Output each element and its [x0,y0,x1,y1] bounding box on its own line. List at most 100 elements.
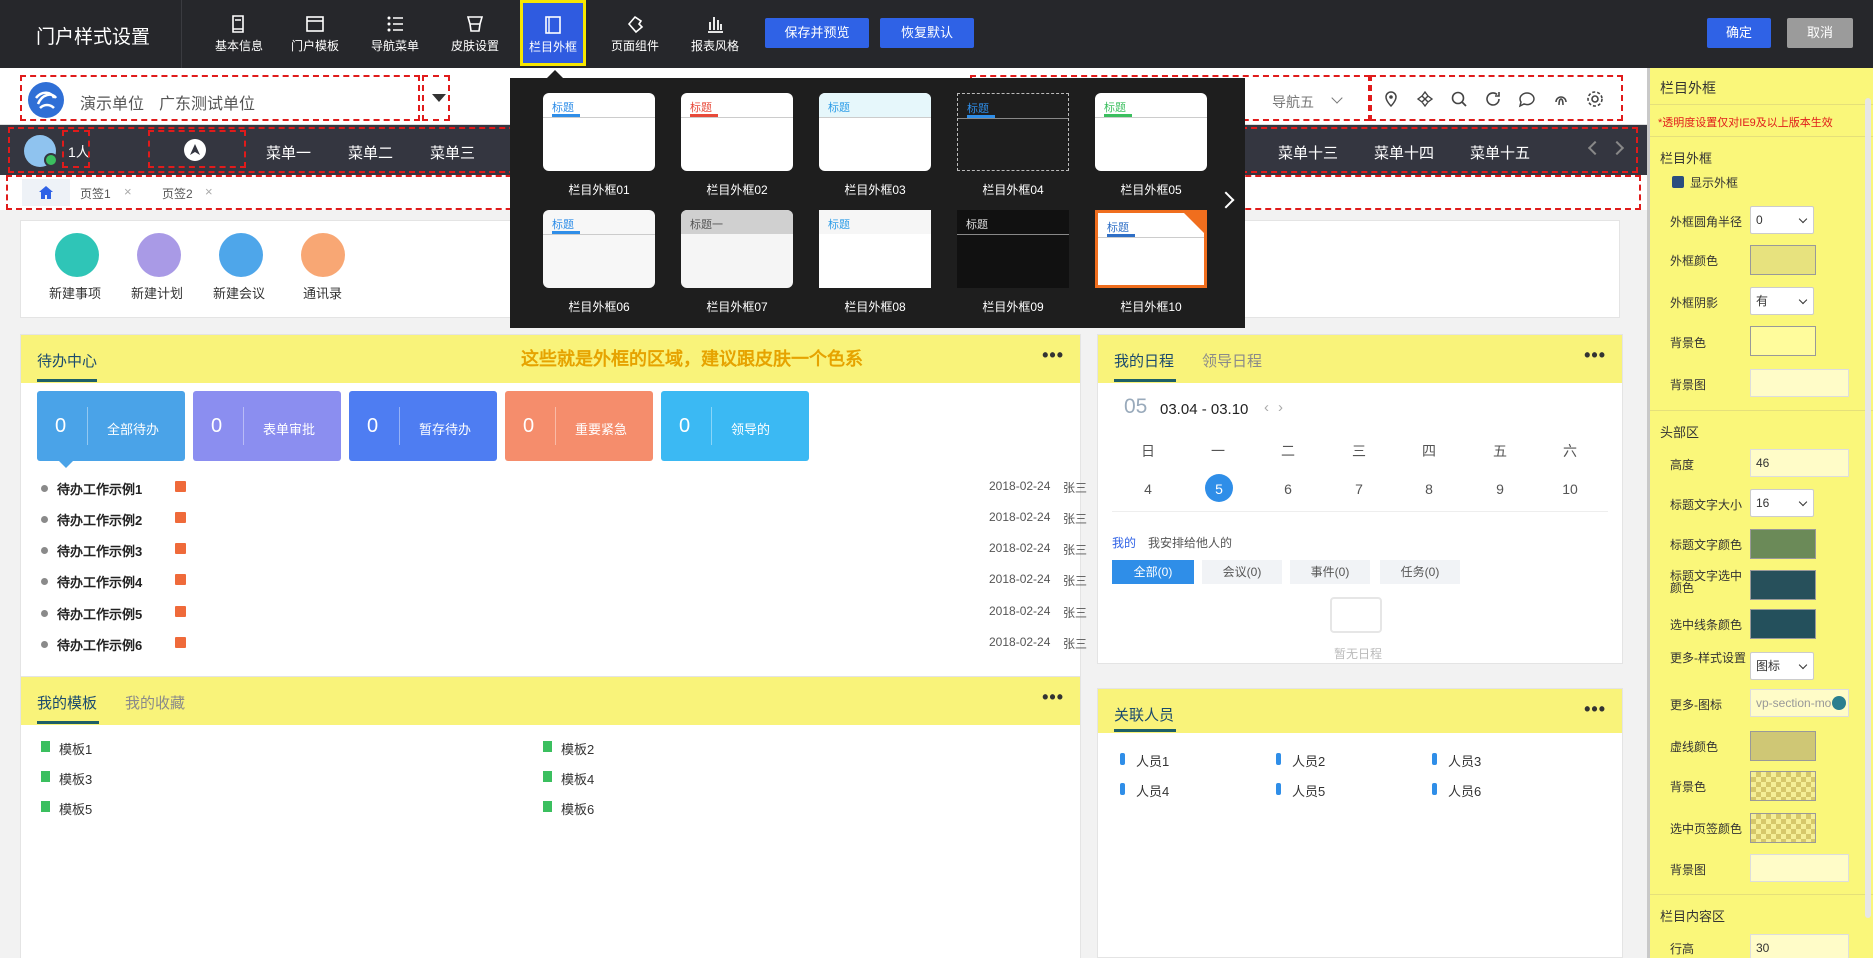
header-bg-image-input[interactable] [1750,854,1849,882]
template-item[interactable]: 模板5 [59,799,92,818]
template-item[interactable]: 模板4 [561,769,594,788]
more-icon[interactable]: ••• [1584,699,1606,720]
person-item[interactable]: 人员1 [1136,751,1169,770]
frame-caption[interactable]: 栏目外框08 [819,298,931,315]
frame-thumb-01[interactable]: 标题 [543,93,655,171]
row-height-input[interactable]: 30 [1750,934,1849,958]
frame-thumb-03[interactable]: 标题 [819,93,931,171]
tool-frame[interactable]: 栏目外框 [520,0,586,66]
scrollbar[interactable] [1865,98,1871,918]
todo-row[interactable]: 待办工作示例2 2018-02-24 张三 [41,510,1101,530]
todo-row[interactable]: 待办工作示例4 2018-02-24 张三 [41,572,1101,592]
new-plan-icon[interactable] [137,233,181,277]
frame-caption[interactable]: 栏目外框06 [543,298,655,315]
radius-select[interactable]: 0 [1750,206,1814,234]
person-item[interactable]: 人员2 [1292,751,1325,770]
tile-all[interactable]: 0 全部待办 [37,391,185,461]
cancel-button[interactable]: 取消 [1787,18,1853,48]
frame-thumb-04[interactable]: 标题 [957,93,1069,171]
tab-color-swatch[interactable] [1750,813,1816,843]
next-week-icon[interactable]: › [1278,399,1283,416]
frame-thumb-02[interactable]: 标题 [681,93,793,171]
template-item[interactable]: 模板1 [59,739,92,758]
frame-caption[interactable]: 栏目外框07 [681,298,793,315]
day[interactable]: 5 [1204,481,1234,497]
tile-draft[interactable]: 0 暂存待办 [349,391,497,461]
frame-thumb-10-selected[interactable]: 标题 [1095,210,1207,288]
shadow-select[interactable]: 有 [1750,287,1814,315]
font-size-select[interactable]: 16 [1750,489,1814,517]
filter-event[interactable]: 事件(0) [1290,560,1370,584]
person-item[interactable]: 人员4 [1136,781,1169,800]
tab-my-favorites[interactable]: 我的收藏 [125,692,185,713]
tool-nav-menu[interactable]: 导航菜单 [360,6,430,62]
tab-my-schedule[interactable]: 我的日程 [1114,350,1174,371]
day[interactable]: 7 [1344,481,1374,497]
confirm-button[interactable]: 确定 [1707,18,1771,48]
frame-caption[interactable]: 栏目外框05 [1095,181,1207,198]
chevron-right-icon[interactable] [1217,191,1235,209]
checkbox-checked[interactable] [1672,176,1684,188]
filter-assigned[interactable]: 我安排给他人的 [1148,534,1232,551]
tab-my-templates[interactable]: 我的模板 [37,692,97,713]
height-input[interactable]: 46 [1750,449,1849,477]
bg-color-swatch[interactable] [1750,326,1816,356]
day[interactable]: 8 [1414,481,1444,497]
day[interactable]: 6 [1273,481,1303,497]
frame-caption[interactable]: 栏目外框03 [819,181,931,198]
line-color-swatch[interactable] [1750,609,1816,639]
template-item[interactable]: 模板2 [561,739,594,758]
bg-image-input[interactable] [1750,369,1849,397]
frame-caption[interactable]: 栏目外框01 [543,181,655,198]
frame-caption[interactable]: 栏目外框02 [681,181,793,198]
todo-row[interactable]: 待办工作示例3 2018-02-24 张三 [41,541,1101,561]
shortcut-label[interactable]: 新建事项 [49,283,101,302]
more-icon[interactable]: ••• [1042,687,1064,708]
tile-leader[interactable]: 0 领导的 [661,391,809,461]
frame-caption[interactable]: 栏目外框09 [957,298,1069,315]
tab-leader-schedule[interactable]: 领导日程 [1202,350,1262,371]
header-bg-color-swatch[interactable] [1750,771,1816,801]
todo-row[interactable]: 待办工作示例1 2018-02-24 张三 [41,479,1101,499]
frame-thumb-07[interactable]: 标题一 [681,210,793,288]
frame-caption[interactable]: 栏目外框04 [957,181,1069,198]
tool-skin[interactable]: 皮肤设置 [440,6,510,62]
title-color-swatch[interactable] [1750,529,1816,559]
filter-meeting[interactable]: 会议(0) [1202,560,1282,584]
more-icon[interactable]: ••• [1584,345,1606,366]
template-item[interactable]: 模板3 [59,769,92,788]
card-title[interactable]: 关联人员 [1114,704,1174,725]
tool-page-component[interactable]: 页面组件 [600,6,670,62]
shortcut-label[interactable]: 新建会议 [213,283,265,302]
tile-form[interactable]: 0 表单审批 [193,391,341,461]
shortcut-label[interactable]: 新建计划 [131,283,183,302]
restore-default-button[interactable]: 恢复默认 [880,18,974,48]
frame-caption[interactable]: 栏目外框10 [1095,298,1207,315]
new-item-icon[interactable] [55,233,99,277]
more-style-select[interactable]: 图标 [1750,652,1814,680]
new-meeting-icon[interactable] [219,233,263,277]
filter-all[interactable]: 全部(0) [1112,560,1194,584]
day[interactable]: 4 [1133,481,1163,497]
filter-task[interactable]: 任务(0) [1380,560,1460,584]
card-title[interactable]: 待办中心 [37,350,97,371]
prev-week-icon[interactable]: ‹ [1264,399,1269,416]
show-frame-label[interactable]: 显示外框 [1690,174,1738,191]
person-item[interactable]: 人员6 [1448,781,1481,800]
frame-thumb-05[interactable]: 标题 [1095,93,1207,171]
title-selected-color-swatch[interactable] [1750,570,1816,600]
person-item[interactable]: 人员5 [1292,781,1325,800]
more-icon[interactable]: ••• [1042,345,1064,366]
todo-row[interactable]: 待办工作示例6 2018-02-24 张三 [41,635,1101,655]
filter-mine[interactable]: 我的 [1112,534,1136,551]
shortcut-label[interactable]: 通讯录 [303,283,342,302]
frame-thumb-09[interactable]: 标题 [957,210,1069,288]
tool-basic-info[interactable]: 基本信息 [204,6,274,62]
template-item[interactable]: 模板6 [561,799,594,818]
tile-urgent[interactable]: 0 重要紧急 [505,391,653,461]
tool-portal-template[interactable]: 门户模板 [280,6,350,62]
day[interactable]: 10 [1555,481,1585,497]
contacts-icon[interactable] [301,233,345,277]
person-item[interactable]: 人员3 [1448,751,1481,770]
frame-thumb-08[interactable]: 标题 [819,210,931,288]
